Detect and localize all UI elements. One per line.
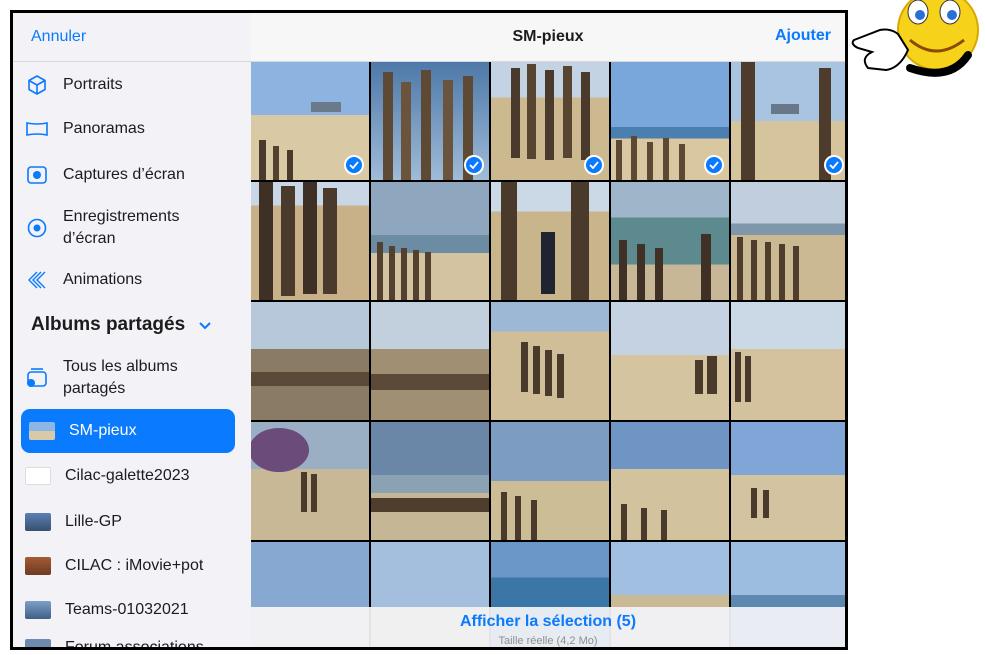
photo-thumbnail[interactable] xyxy=(611,422,729,540)
photos-picker-window: Annuler Portraits Panoramas Captures d’é… xyxy=(10,10,848,650)
album-toolbar: SM-pieux Ajouter xyxy=(251,13,845,62)
sidebar-item-label: Animations xyxy=(63,271,143,288)
photo-thumbnail[interactable] xyxy=(611,182,729,300)
camera-icon xyxy=(25,163,49,187)
sidebar-item-portraits[interactable]: Portraits xyxy=(25,73,235,97)
photo-thumbnail[interactable] xyxy=(251,182,369,300)
show-selection-button[interactable]: Afficher la sélection (5) xyxy=(251,613,845,631)
actual-size-label: Taille réelle (4,2 Mo) xyxy=(498,635,598,647)
sidebar-item-label: Enregistrements d’écran xyxy=(63,208,180,247)
sidebar-item-captures[interactable]: Captures d’écran xyxy=(25,163,235,187)
check-icon xyxy=(704,155,724,175)
selection-footer: Afficher la sélection (5) Taille réelle … xyxy=(251,607,845,647)
sidebar: Annuler Portraits Panoramas Captures d’é… xyxy=(13,13,252,647)
pointing-smiley-icon xyxy=(851,0,979,77)
sidebar-item-cilac-galette[interactable]: Cilac-galette2023 xyxy=(25,465,235,487)
sidebar-item-label: SM-pieux xyxy=(69,422,137,439)
sidebar-item-label: Panoramas xyxy=(63,120,145,137)
sidebar-item-label: CILAC : iMovie+pot xyxy=(65,557,204,574)
sidebar-item-all-shared[interactable]: Tous les albums partagés xyxy=(25,356,235,400)
check-icon xyxy=(824,155,844,175)
album-content: SM-pieux Ajouter Afficher la sélection (… xyxy=(251,13,845,647)
sidebar-item-label: Lille-GP xyxy=(65,513,122,530)
section-title: Albums partagés xyxy=(31,314,186,335)
photo-thumbnail[interactable] xyxy=(731,302,845,420)
section-shared-albums[interactable]: Albums partagés xyxy=(31,314,211,336)
photo-thumbnail[interactable] xyxy=(491,422,609,540)
sidebar-item-lille-gp[interactable]: Lille-GP xyxy=(25,511,235,533)
sidebar-item-label: Cilac-galette2023 xyxy=(65,467,190,484)
sidebar-item-label: Forum associations xyxy=(65,639,204,650)
photo-thumbnail[interactable] xyxy=(611,62,729,180)
photo-thumbnail[interactable] xyxy=(371,182,489,300)
album-thumbnail xyxy=(25,513,51,531)
check-icon xyxy=(464,155,484,175)
photo-thumbnail[interactable] xyxy=(731,62,845,180)
sidebar-item-label: Portraits xyxy=(63,76,123,93)
photo-thumbnail[interactable] xyxy=(371,302,489,420)
photo-thumbnail[interactable] xyxy=(491,62,609,180)
photo-grid xyxy=(251,62,845,647)
photo-thumbnail[interactable] xyxy=(371,62,489,180)
record-icon xyxy=(25,216,49,240)
album-thumbnail xyxy=(25,601,51,619)
cube-icon xyxy=(25,73,49,97)
animation-icon xyxy=(25,268,49,292)
photo-thumbnail[interactable] xyxy=(491,182,609,300)
album-thumbnail xyxy=(25,639,51,647)
sidebar-item-animations[interactable]: Animations xyxy=(25,268,235,292)
cancel-button[interactable]: Annuler xyxy=(31,28,86,46)
sidebar-item-forum[interactable]: Forum associations xyxy=(25,637,235,650)
album-thumbnail xyxy=(25,467,51,485)
photo-thumbnail[interactable] xyxy=(251,302,369,420)
photo-thumbnail[interactable] xyxy=(731,422,845,540)
check-icon xyxy=(344,155,364,175)
album-title: SM-pieux xyxy=(512,28,584,45)
photo-thumbnail[interactable] xyxy=(611,302,729,420)
sidebar-item-label: Teams-01032021 xyxy=(65,601,189,618)
sidebar-item-panoramas[interactable]: Panoramas xyxy=(25,117,235,141)
album-thumbnail xyxy=(25,557,51,575)
photo-thumbnail[interactable] xyxy=(251,62,369,180)
check-icon xyxy=(584,155,604,175)
photo-thumbnail[interactable] xyxy=(491,302,609,420)
sidebar-item-cilac-imovie[interactable]: CILAC : iMovie+pot xyxy=(25,555,235,577)
shared-albums-icon xyxy=(25,366,49,390)
chevron-down-icon xyxy=(199,314,211,336)
album-thumbnail xyxy=(29,422,55,440)
sidebar-item-sm-pieux[interactable]: SM-pieux xyxy=(21,409,235,453)
sidebar-item-teams[interactable]: Teams-01032021 xyxy=(25,599,235,621)
sidebar-item-label: Tous les albums partagés xyxy=(63,358,178,397)
add-button[interactable]: Ajouter xyxy=(775,27,831,45)
sidebar-item-label: Captures d’écran xyxy=(63,166,185,183)
photo-thumbnail[interactable] xyxy=(371,422,489,540)
panorama-icon xyxy=(25,117,49,141)
photo-thumbnail[interactable] xyxy=(731,182,845,300)
photo-thumbnail[interactable] xyxy=(251,422,369,540)
sidebar-item-recordings[interactable]: Enregistrements d’écran xyxy=(25,206,235,250)
sidebar-header: Annuler xyxy=(13,13,251,62)
